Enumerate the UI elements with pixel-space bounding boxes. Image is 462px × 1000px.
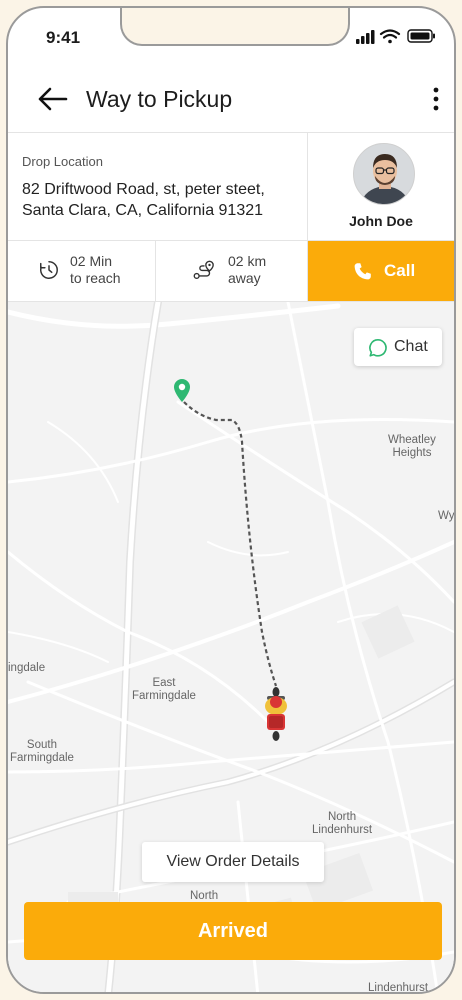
map-label-south-farmingdale: South Farmingdale [10, 739, 74, 764]
eta-text: 02 Min to reach [70, 253, 121, 287]
route-icon [193, 260, 214, 280]
phone-frame: 9:41 Way to Pickup Drop Location 82 Drif… [6, 6, 456, 994]
map-label-lindenhurst: Lindenhurst [368, 982, 429, 994]
phone-icon [354, 263, 371, 280]
map-view[interactable]: Wheatley Heights Wy ingdale East Farmingda… [8, 302, 454, 994]
map-label-wy: Wy [438, 510, 454, 522]
distance-value: 02 km [228, 253, 267, 269]
distance-stat: 02 km away [156, 241, 308, 301]
battery-icon [407, 29, 435, 43]
app-header: Way to Pickup [8, 64, 454, 134]
customer-name: John Doe [349, 213, 413, 229]
call-button[interactable]: Call [308, 241, 454, 301]
clock-icon [40, 261, 58, 279]
delivery-info-card: Drop Location 82 Driftwood Road, st, pet… [8, 132, 454, 302]
distance-text: 02 km away [228, 253, 266, 287]
avatar [353, 143, 415, 205]
distance-caption: away [228, 270, 261, 286]
drop-address-line1: 82 Driftwood Road, st, peter steet, [22, 181, 265, 198]
customer-profile[interactable]: John Doe [308, 133, 454, 241]
chat-bubble-icon [369, 338, 387, 357]
eta-value: 02 Min [70, 253, 113, 269]
map-label-north-lindenhurst: North Lindenhurst [312, 811, 373, 836]
status-time: 9:41 [46, 28, 81, 47]
call-label: Call [384, 261, 416, 280]
map-label-ingdale: ingdale [8, 662, 46, 674]
drop-address-line2: Santa Clara, CA, California 91321 [22, 202, 264, 219]
status-icons [356, 29, 435, 44]
delivery-rider-icon [265, 687, 287, 741]
device-notch [120, 8, 350, 46]
back-arrow-icon[interactable] [34, 84, 70, 114]
arrived-button[interactable]: Arrived [24, 902, 442, 960]
chat-button[interactable]: Chat [354, 328, 442, 366]
map-label-wheatley: Wheatley Heights [388, 434, 436, 459]
signal-icon [356, 30, 375, 44]
drop-location-box: Drop Location 82 Driftwood Road, st, pet… [8, 133, 308, 241]
wifi-icon [379, 29, 401, 44]
eta-caption: to reach [70, 270, 121, 286]
chat-label: Chat [394, 338, 428, 355]
more-vertical-icon[interactable] [428, 86, 444, 112]
page-title: Way to Pickup [86, 86, 233, 112]
drop-address: 82 Driftwood Road, st, peter steet, Sant… [22, 179, 306, 221]
eta-stat: 02 Min to reach [8, 241, 156, 301]
drop-location-label: Drop Location [22, 154, 103, 169]
map-roads [8, 302, 454, 992]
view-order-details-button[interactable]: View Order Details [142, 842, 324, 882]
map-label-east-farmingdale: East Farmingdale [132, 677, 196, 702]
map-pin-icon[interactable] [172, 378, 192, 404]
